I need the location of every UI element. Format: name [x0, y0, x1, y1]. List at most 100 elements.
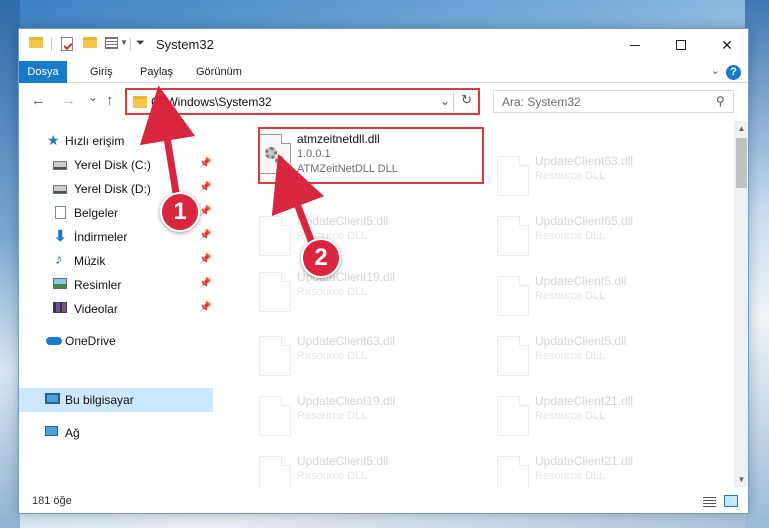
item-count: 181 öğe — [32, 495, 72, 507]
sidebar-item-onedrive[interactable]: OneDrive — [19, 329, 215, 353]
sidebar-item-label: Ağ — [65, 426, 80, 440]
file-name: UpdateClient19.dll — [297, 394, 396, 408]
up-icon[interactable]: ↑ — [106, 92, 114, 109]
back-icon[interactable]: ← — [31, 92, 46, 109]
network-icon — [45, 426, 58, 436]
details-view-icon[interactable] — [703, 497, 716, 507]
minimize-icon — [630, 44, 640, 46]
videos-icon — [53, 302, 67, 313]
star-icon: ★ — [47, 132, 60, 148]
file-tile[interactable]: UpdateClient5.dll Resource DLL — [487, 331, 707, 383]
scroll-up-icon[interactable]: ▲ — [734, 121, 748, 136]
file-name: UpdateClient63.dll — [535, 154, 634, 168]
help-icon[interactable]: ? — [726, 65, 741, 80]
drive-icon — [53, 185, 67, 194]
search-placeholder: Ara: System32 — [502, 95, 581, 109]
sidebar-item-quick-access[interactable]: ★ Hızlı erişim — [19, 129, 215, 153]
address-separator — [453, 92, 454, 111]
file-tile[interactable]: UpdateClient21.dll Resource DLL — [487, 451, 707, 487]
large-icons-view-icon[interactable] — [724, 495, 738, 507]
status-bar: 181 öğe — [19, 491, 748, 513]
file-name: UpdateClient5.dll — [297, 454, 389, 468]
file-type: Resource DLL — [535, 350, 606, 362]
sidebar-item-music[interactable]: ♪ Müzik 📌 — [19, 249, 215, 273]
sidebar-item-label: Yerel Disk (D:) — [74, 182, 151, 196]
sidebar-item-pictures[interactable]: Resimler 📌 — [19, 273, 215, 297]
scroll-down-icon[interactable]: ▼ — [734, 472, 748, 487]
properties-icon[interactable] — [61, 37, 73, 51]
dll-file-icon — [497, 216, 529, 256]
file-tile[interactable]: UpdateClient19.dll Resource DLL — [249, 267, 469, 319]
minimize-button[interactable] — [612, 29, 658, 61]
close-button[interactable]: ✕ — [704, 29, 748, 61]
tab-giris[interactable]: Giriş — [80, 61, 123, 83]
sidebar-item-local-disk-c[interactable]: Yerel Disk (C:) 📌 — [19, 153, 215, 177]
scrollbar-thumb[interactable] — [736, 138, 747, 188]
file-tile[interactable]: UpdateClient5.dll Resource DLL — [249, 211, 469, 263]
file-name: UpdateClient5.dll — [535, 334, 627, 348]
file-tile[interactable]: UpdateClient65.dll Resource DLL — [487, 211, 707, 263]
sidebar-item-this-pc[interactable]: Bu bilgisayar — [19, 388, 213, 412]
navigation-bar: ← → ⌄ ↑ C:\Windows\System32 ⌄ ↻ Ara: Sys… — [19, 84, 748, 120]
forward-icon[interactable]: → — [61, 92, 76, 109]
tab-paylas[interactable]: Paylaş — [130, 61, 183, 83]
file-type: Resource DLL — [535, 230, 606, 242]
close-icon: ✕ — [721, 36, 733, 53]
file-tile[interactable]: UpdateClient5.dll Resource DLL — [487, 271, 707, 323]
refresh-icon[interactable]: ↻ — [461, 92, 472, 108]
pin-icon: 📌 — [199, 158, 212, 169]
vertical-scrollbar[interactable]: ▲ ▼ — [734, 121, 748, 487]
annotation-marker-1: 1 — [160, 192, 200, 232]
file-name: UpdateClient21.dll — [535, 394, 634, 408]
address-path[interactable]: C:\Windows\System32 — [151, 95, 272, 109]
annotation-marker-2: 2 — [301, 238, 341, 278]
sidebar-item-label: Bu bilgisayar — [65, 393, 134, 407]
sidebar-item-label: Videolar — [74, 302, 118, 316]
file-type: Resource DLL — [535, 470, 606, 482]
new-folder-icon[interactable] — [83, 37, 97, 48]
dll-file-icon — [497, 336, 529, 376]
customize-toolbar-icon[interactable]: ⏷ — [136, 37, 145, 50]
maximize-button[interactable] — [658, 29, 704, 61]
pin-icon: 📌 — [199, 182, 212, 193]
file-tile[interactable]: UpdateClient19.dll Resource DLL — [249, 391, 469, 443]
tab-gorunum[interactable]: Görünüm — [186, 61, 252, 83]
tab-dosya[interactable]: Dosya — [19, 61, 67, 83]
file-name: UpdateClient21.dll — [535, 454, 634, 468]
file-type: Resource DLL — [297, 350, 368, 362]
file-type: Resource DLL — [535, 290, 606, 302]
file-tile[interactable]: UpdateClient63.dll Resource DLL — [249, 331, 469, 383]
sidebar-item-label: Müzik — [74, 254, 106, 268]
chevron-down-icon[interactable]: ⌄ — [711, 64, 720, 77]
dll-file-icon — [259, 216, 291, 256]
recent-locations-icon[interactable]: ⌄ — [88, 90, 98, 104]
view-options-icon[interactable] — [105, 37, 118, 49]
sidebar-item-label: Belgeler — [74, 206, 119, 220]
file-tile[interactable]: UpdateClient5.dll Resource DLL — [249, 451, 469, 487]
file-name: UpdateClient5.dll — [535, 274, 627, 288]
sidebar-item-label: İndirmeler — [74, 230, 128, 244]
documents-icon — [55, 206, 66, 219]
chevron-down-icon[interactable]: ▼ — [120, 38, 128, 47]
file-tile[interactable]: UpdateClient63.dll Resource DLL — [487, 151, 707, 203]
sidebar-item-videos[interactable]: Videolar 📌 — [19, 297, 215, 321]
dll-file-icon — [497, 276, 529, 316]
pictures-icon — [53, 278, 67, 289]
search-input[interactable]: Ara: System32 ⚲ — [493, 90, 734, 113]
search-icon[interactable]: ⚲ — [716, 94, 725, 108]
toolbar-separator — [130, 38, 131, 51]
address-bar[interactable]: C:\Windows\System32 ⌄ ↻ — [125, 88, 480, 115]
file-list: atmzeitnetdll.dll 1.0.0.1 ATMZeitNetDLL … — [216, 121, 734, 487]
folder-icon — [29, 37, 43, 48]
toolbar-separator — [51, 38, 52, 51]
file-type: Resource DLL — [297, 470, 368, 482]
pin-icon: 📌 — [199, 254, 212, 265]
file-name: UpdateClient63.dll — [297, 334, 396, 348]
file-tile[interactable]: UpdateClient21.dll Resource DLL — [487, 391, 707, 443]
computer-icon — [45, 393, 60, 404]
pin-icon: 📌 — [199, 278, 212, 289]
sidebar-item-network[interactable]: Ağ — [19, 421, 215, 445]
pin-icon: 📌 — [199, 206, 212, 217]
chevron-down-icon[interactable]: ⌄ — [440, 94, 450, 108]
sidebar-item-label: Yerel Disk (C:) — [74, 158, 151, 172]
